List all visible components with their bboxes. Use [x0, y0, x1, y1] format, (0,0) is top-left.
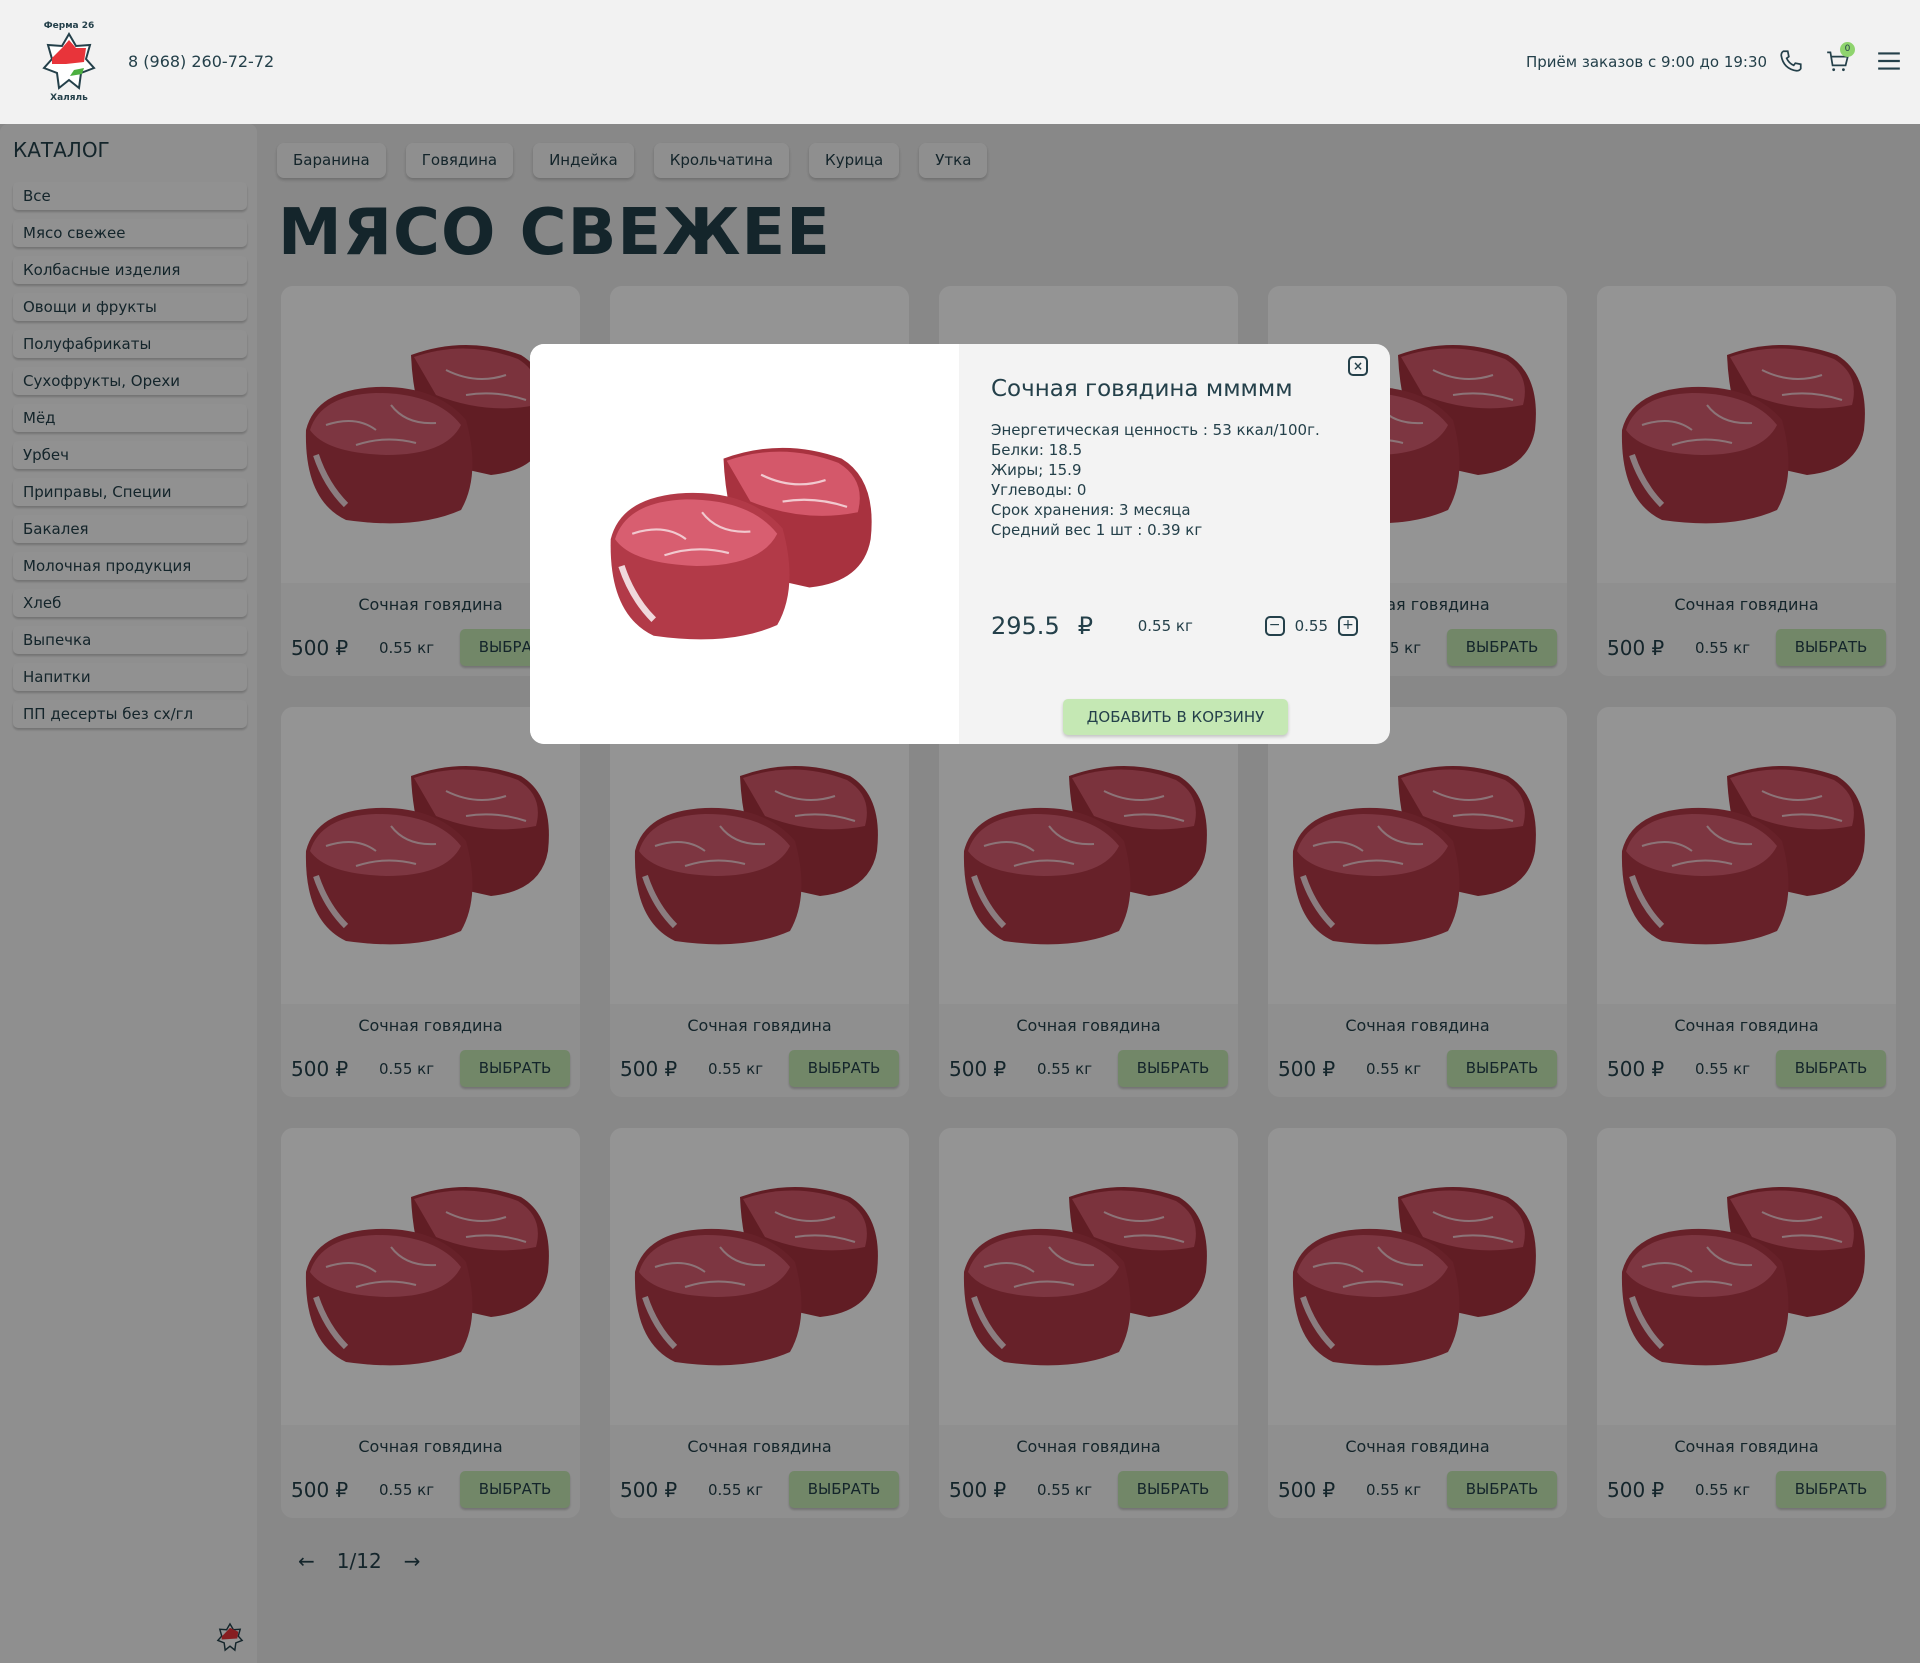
order-hours: Приём заказов с 9:00 до 19:30 — [1526, 53, 1768, 71]
nutrition-line: Энергетическая ценность : 53 ккал/100г. — [991, 421, 1320, 439]
nutrition-line: Углеводы: 0 — [991, 481, 1087, 499]
product-image — [530, 344, 959, 744]
farm-halal-logo[interactable]: Ферма 26 Халяль — [36, 18, 102, 104]
nutrition-info: Энергетическая ценность : 53 ккал/100г. Б… — [991, 420, 1358, 540]
product-details: × Сочная говядина ммммм Энергетическая ц… — [959, 344, 1390, 744]
nutrition-line: Средний вес 1 шт : 0.39 кг — [991, 521, 1203, 539]
nutrition-line: Белки: 18.5 — [991, 441, 1083, 459]
plus-icon[interactable]: + — [1338, 616, 1358, 636]
site-header: Ферма 26 Халяль 8 (968) 260-72-72 Приём … — [0, 0, 1920, 124]
svg-text:Халяль: Халяль — [50, 93, 88, 103]
add-to-cart-button[interactable]: ДОБАВИТЬ В КОРЗИНУ — [1063, 699, 1288, 735]
product-modal: × Сочная говядина ммммм Энергетическая ц… — [530, 344, 1390, 744]
currency-symbol: ₽ — [1077, 612, 1093, 640]
product-title: Сочная говядина ммммм — [991, 376, 1293, 402]
product-weight: 0.55 кг — [1137, 617, 1193, 635]
nutrition-line: Жиры; 15.9 — [991, 461, 1082, 479]
menu-icon[interactable] — [1876, 48, 1902, 74]
minus-icon[interactable]: − — [1264, 616, 1285, 636]
nutrition-line: Срок хранения: 3 месяца — [991, 501, 1191, 519]
quantity-value[interactable]: 0.55 — [1295, 617, 1328, 635]
beef-steak-image — [610, 447, 872, 639]
svg-text:Ферма 26: Ферма 26 — [44, 21, 95, 31]
cart-count-badge: 0 — [1840, 42, 1855, 57]
close-icon[interactable]: × — [1348, 356, 1368, 376]
phone-icon[interactable] — [1778, 48, 1804, 74]
price-row: 295.5 ₽ 0.55 кг − 0.55 + — [991, 612, 1358, 640]
product-price: 295.5 — [991, 612, 1060, 640]
header-phone[interactable]: 8 (968) 260-72-72 — [128, 52, 274, 71]
